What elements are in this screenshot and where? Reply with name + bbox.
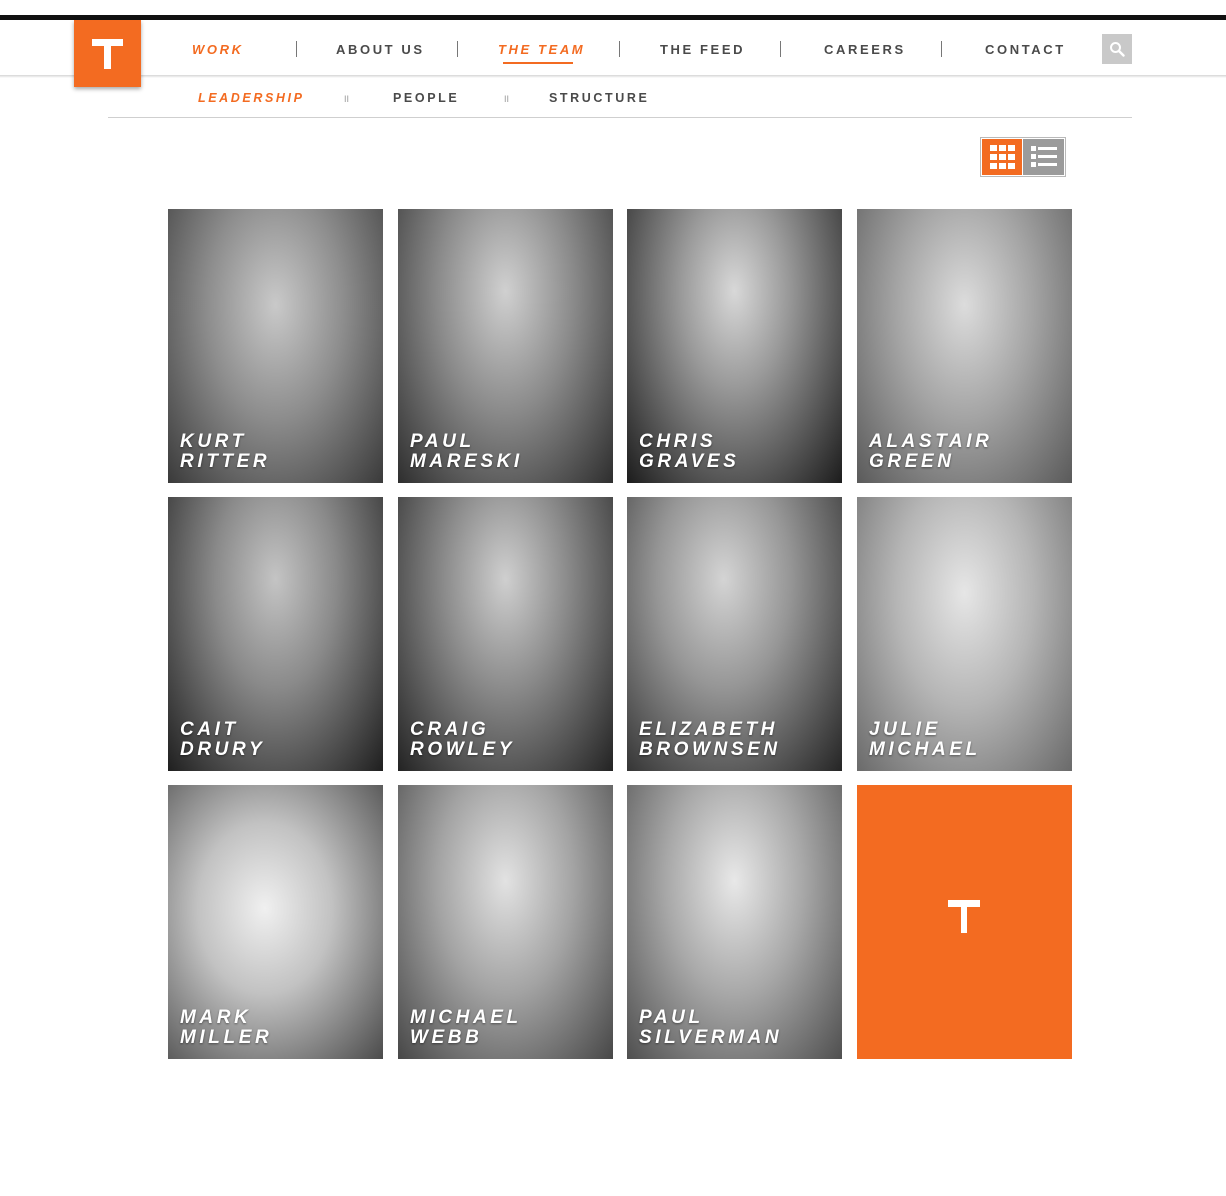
logo-t-stem bbox=[104, 39, 111, 69]
top-rule bbox=[0, 15, 1226, 20]
member-name: KURT RITTER bbox=[180, 431, 271, 472]
subnav-rule bbox=[108, 117, 1132, 118]
nav-the-feed[interactable]: THE FEED bbox=[660, 42, 745, 57]
grid-icon bbox=[990, 145, 1015, 169]
member-name: ELIZABETH BROWNSEN bbox=[639, 719, 781, 760]
view-toggle bbox=[980, 137, 1066, 177]
member-name: CRAIG ROWLEY bbox=[410, 719, 515, 760]
member-name: CAIT DRURY bbox=[180, 719, 266, 760]
brand-t-logo-stem bbox=[961, 900, 967, 933]
team-member-card[interactable]: PAUL SILVERMAN bbox=[627, 785, 842, 1059]
nav-separator bbox=[619, 41, 620, 57]
member-name: MICHAEL WEBB bbox=[410, 1007, 522, 1048]
team-member-card[interactable]: CAIT DRURY bbox=[168, 497, 383, 771]
nav-separator bbox=[780, 41, 781, 57]
list-icon bbox=[1031, 146, 1057, 167]
header-divider bbox=[0, 75, 1226, 78]
nav-separator bbox=[296, 41, 297, 57]
search-icon bbox=[1110, 42, 1125, 57]
brand-logo[interactable] bbox=[74, 20, 141, 87]
nav-about-us[interactable]: ABOUT US bbox=[336, 42, 425, 57]
team-member-card[interactable]: MARK MILLER bbox=[168, 785, 383, 1059]
member-name: MARK MILLER bbox=[180, 1007, 273, 1048]
subnav-separator: II bbox=[504, 94, 510, 104]
nav-separator bbox=[941, 41, 942, 57]
subnav-separator: II bbox=[344, 94, 350, 104]
nav-careers[interactable]: CAREERS bbox=[824, 42, 906, 57]
nav-contact[interactable]: CONTACT bbox=[985, 42, 1066, 57]
team-member-card[interactable]: CRAIG ROWLEY bbox=[398, 497, 613, 771]
team-member-card[interactable]: CHRIS GRAVES bbox=[627, 209, 842, 483]
team-member-card[interactable]: KURT RITTER bbox=[168, 209, 383, 483]
team-member-card[interactable]: PAUL MARESKI bbox=[398, 209, 613, 483]
member-name: JULIE MICHAEL bbox=[869, 719, 981, 760]
team-member-card[interactable]: JULIE MICHAEL bbox=[857, 497, 1072, 771]
active-nav-underline bbox=[503, 62, 573, 64]
nav-separator bbox=[457, 41, 458, 57]
team-member-card[interactable]: ELIZABETH BROWNSEN bbox=[627, 497, 842, 771]
team-member-card[interactable]: ALASTAIR GREEN bbox=[857, 209, 1072, 483]
member-name: CHRIS GRAVES bbox=[639, 431, 740, 472]
member-name: ALASTAIR GREEN bbox=[869, 431, 993, 472]
brand-tile bbox=[857, 785, 1072, 1059]
search-button[interactable] bbox=[1102, 34, 1132, 64]
member-name: PAUL MARESKI bbox=[410, 431, 523, 472]
member-name: PAUL SILVERMAN bbox=[639, 1007, 783, 1048]
nav-work[interactable]: WORK bbox=[192, 42, 244, 57]
subnav-structure[interactable]: STRUCTURE bbox=[549, 91, 649, 105]
team-member-card[interactable]: MICHAEL WEBB bbox=[398, 785, 613, 1059]
grid-view-button[interactable] bbox=[982, 139, 1022, 175]
list-view-button[interactable] bbox=[1023, 139, 1064, 175]
subnav-people[interactable]: PEOPLE bbox=[393, 91, 459, 105]
subnav-leadership[interactable]: LEADERSHIP bbox=[198, 91, 305, 105]
nav-the-team[interactable]: THE TEAM bbox=[498, 42, 585, 57]
